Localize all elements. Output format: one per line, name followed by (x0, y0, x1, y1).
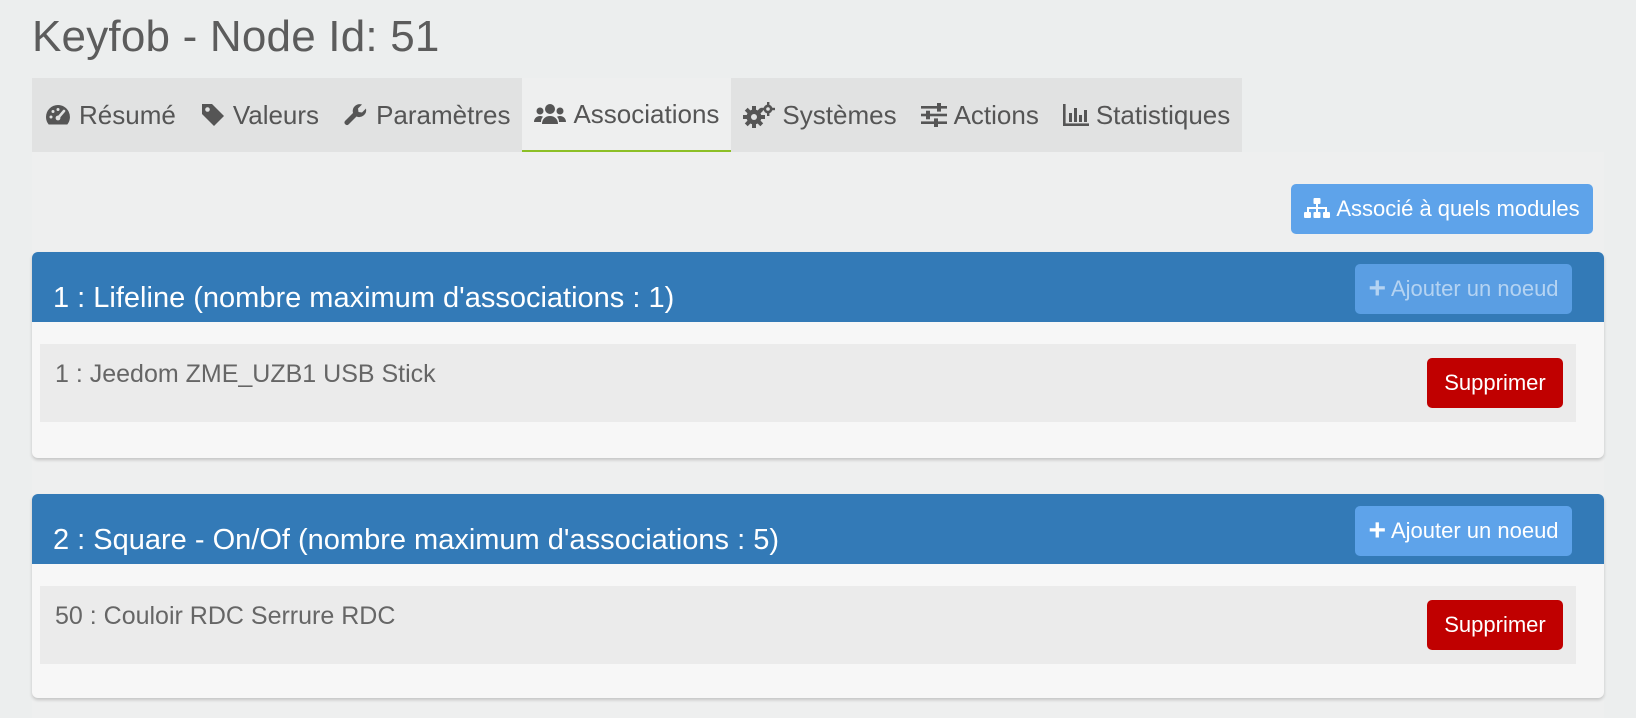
group-title: 2 : Square - On/Of (nombre maximum d'ass… (53, 524, 779, 556)
group-header: 2 : Square - On/Of (nombre maximum d'ass… (32, 494, 1604, 564)
add-node-label: Ajouter un noeud (1390, 276, 1559, 301)
page-title: Keyfob - Node Id: 51 (32, 12, 440, 61)
users-icon (534, 102, 567, 126)
add-node-button[interactable]: + Ajouter un noeud (1355, 264, 1572, 314)
sitemap-icon (1304, 198, 1331, 220)
list-item: 50 : Couloir RDC Serrure RDC Supprimer (40, 586, 1576, 664)
tab-valeurs[interactable]: Valeurs (188, 78, 331, 152)
tab-systemes[interactable]: Systèmes (731, 78, 908, 152)
tab-associations[interactable]: Associations (522, 78, 732, 152)
add-node-label: Ajouter un noeud (1390, 518, 1559, 543)
delete-button[interactable]: Supprimer (1427, 600, 1563, 650)
group-body: 1 : Jeedom ZME_UZB1 USB Stick Supprimer (32, 322, 1604, 458)
tag-icon (200, 102, 226, 128)
associated-modules-button[interactable]: Associé à quels modules (1291, 184, 1593, 234)
tab-label: Valeurs (232, 99, 320, 130)
node-label: 1 : Jeedom ZME_UZB1 USB Stick (55, 360, 436, 388)
tab-label: Résumé (79, 99, 176, 130)
wrench-icon (343, 102, 369, 128)
node-label: 50 : Couloir RDC Serrure RDC (55, 602, 396, 630)
group-body: 50 : Couloir RDC Serrure RDC Supprimer (32, 564, 1604, 698)
cogs-icon (743, 102, 776, 128)
list-item: 1 : Jeedom ZME_UZB1 USB Stick Supprimer (40, 344, 1576, 422)
association-group-1: 1 : Lifeline (nombre maximum d'associati… (32, 252, 1604, 458)
tab-label: Associations (573, 98, 720, 129)
tab-label: Statistiques (1095, 99, 1231, 130)
bar-chart-icon (1062, 104, 1089, 126)
tab-label: Actions (953, 99, 1039, 130)
plus-icon: + (1368, 272, 1386, 305)
group-title: 1 : Lifeline (nombre maximum d'associati… (53, 282, 675, 314)
plus-icon: + (1368, 514, 1386, 547)
tab-label: Paramètres (376, 99, 511, 130)
delete-button[interactable]: Supprimer (1427, 358, 1563, 408)
associated-modules-label: Associé à quels modules (1336, 196, 1580, 221)
tab-resume[interactable]: Résumé (32, 78, 188, 152)
tab-parametres[interactable]: Paramètres (331, 78, 522, 152)
tab-statistiques[interactable]: Statistiques (1051, 78, 1242, 152)
tab-actions[interactable]: Actions (909, 78, 1051, 152)
dashboard-icon (44, 103, 72, 127)
add-node-button[interactable]: + Ajouter un noeud (1355, 506, 1572, 556)
tab-bar: Résumé Valeurs Paramètres Associations S… (32, 78, 1243, 152)
group-header: 1 : Lifeline (nombre maximum d'associati… (32, 252, 1604, 322)
page: Keyfob - Node Id: 51 Résumé Valeurs Para… (0, 0, 1636, 718)
tab-label: Systèmes (782, 99, 897, 130)
sliders-icon (920, 103, 947, 127)
association-group-2: 2 : Square - On/Of (nombre maximum d'ass… (32, 494, 1604, 698)
